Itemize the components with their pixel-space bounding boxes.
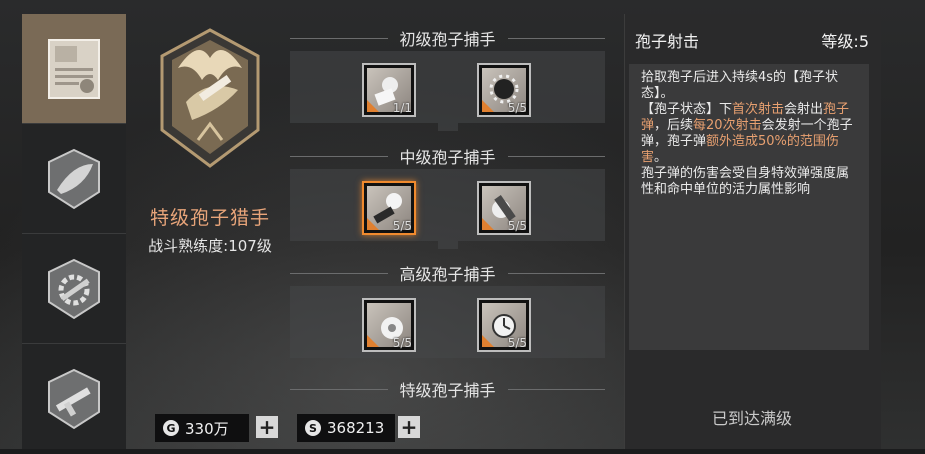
gold-amount: 330万 bbox=[185, 419, 229, 438]
category-tab-firearm[interactable] bbox=[22, 344, 126, 454]
tier-title-basic: 初级孢子捕手 bbox=[290, 27, 606, 49]
firearm-icon bbox=[48, 368, 100, 430]
certificate-icon bbox=[48, 39, 100, 99]
category-rail bbox=[22, 14, 126, 449]
tier-title-intermediate: 中级孢子捕手 bbox=[290, 145, 606, 167]
max-level-status: 已到达满级 bbox=[711, 409, 792, 428]
category-tab-leaf-shield[interactable] bbox=[22, 124, 126, 234]
skill-spore-orb[interactable]: 5/5 bbox=[362, 298, 416, 352]
desc-paragraph-1: 拾取孢子后进入持续4s的【孢子状态】。 bbox=[641, 70, 839, 101]
gold-coin-icon: G bbox=[163, 420, 179, 436]
tier-title-advanced: 高级孢子捕手 bbox=[290, 262, 606, 284]
combat-proficiency: 战斗熟练度:107级 bbox=[148, 237, 272, 255]
skill-detail-panel: 孢子射击 等级:5 拾取孢子后进入持续4s的【孢子状态】。 【孢子状态】下首次射… bbox=[624, 14, 881, 449]
desc-paragraph-3: 孢子弹的伤害会受自身特效弹强度属性和命中单位的活力属性影响 bbox=[641, 166, 850, 197]
category-tab-gear[interactable] bbox=[22, 234, 126, 344]
skill-spore-blade[interactable]: 5/5 bbox=[477, 181, 531, 235]
tier-row-intermediate bbox=[290, 169, 605, 249]
tier-row-basic bbox=[290, 51, 605, 131]
add-gold-button[interactable]: + bbox=[256, 415, 278, 439]
skill-spore-shot[interactable]: 5/5 bbox=[362, 181, 416, 235]
skill-spore-hand[interactable]: 1/1 bbox=[362, 63, 416, 117]
silver-currency: S 368213 bbox=[297, 414, 395, 442]
desc-paragraph-2: 【孢子状态】下首次射击会射出孢子弹，后续每20次射击会发射一个孢子弹，孢子弹额外… bbox=[641, 102, 853, 165]
skill-detail-header: 孢子射击 等级:5 bbox=[625, 14, 881, 62]
leaf-shield-icon bbox=[48, 148, 100, 210]
gold-currency: G 330万 bbox=[155, 414, 249, 442]
silver-coin-icon: S bbox=[305, 420, 321, 436]
skill-description: 拾取孢子后进入持续4s的【孢子状态】。 【孢子状态】下首次射击会射出孢子弹，后续… bbox=[629, 64, 869, 350]
tier-row-advanced bbox=[290, 286, 605, 358]
skill-spore-timer[interactable]: 5/5 bbox=[477, 298, 531, 352]
skill-spore-burst[interactable]: 5/5 bbox=[477, 63, 531, 117]
skill-name: 孢子射击 bbox=[635, 32, 700, 51]
class-name: 特级孢子猎手 bbox=[149, 207, 270, 229]
silver-amount: 368213 bbox=[327, 419, 385, 437]
add-silver-button[interactable]: + bbox=[398, 415, 420, 439]
gear-wrench-icon bbox=[48, 258, 100, 320]
skill-level: 等级:5 bbox=[821, 32, 869, 51]
category-tab-certificate[interactable] bbox=[22, 14, 126, 124]
tier-title-expert: 特级孢子捕手 bbox=[290, 378, 606, 400]
spore-hunter-emblem-icon bbox=[160, 28, 260, 168]
